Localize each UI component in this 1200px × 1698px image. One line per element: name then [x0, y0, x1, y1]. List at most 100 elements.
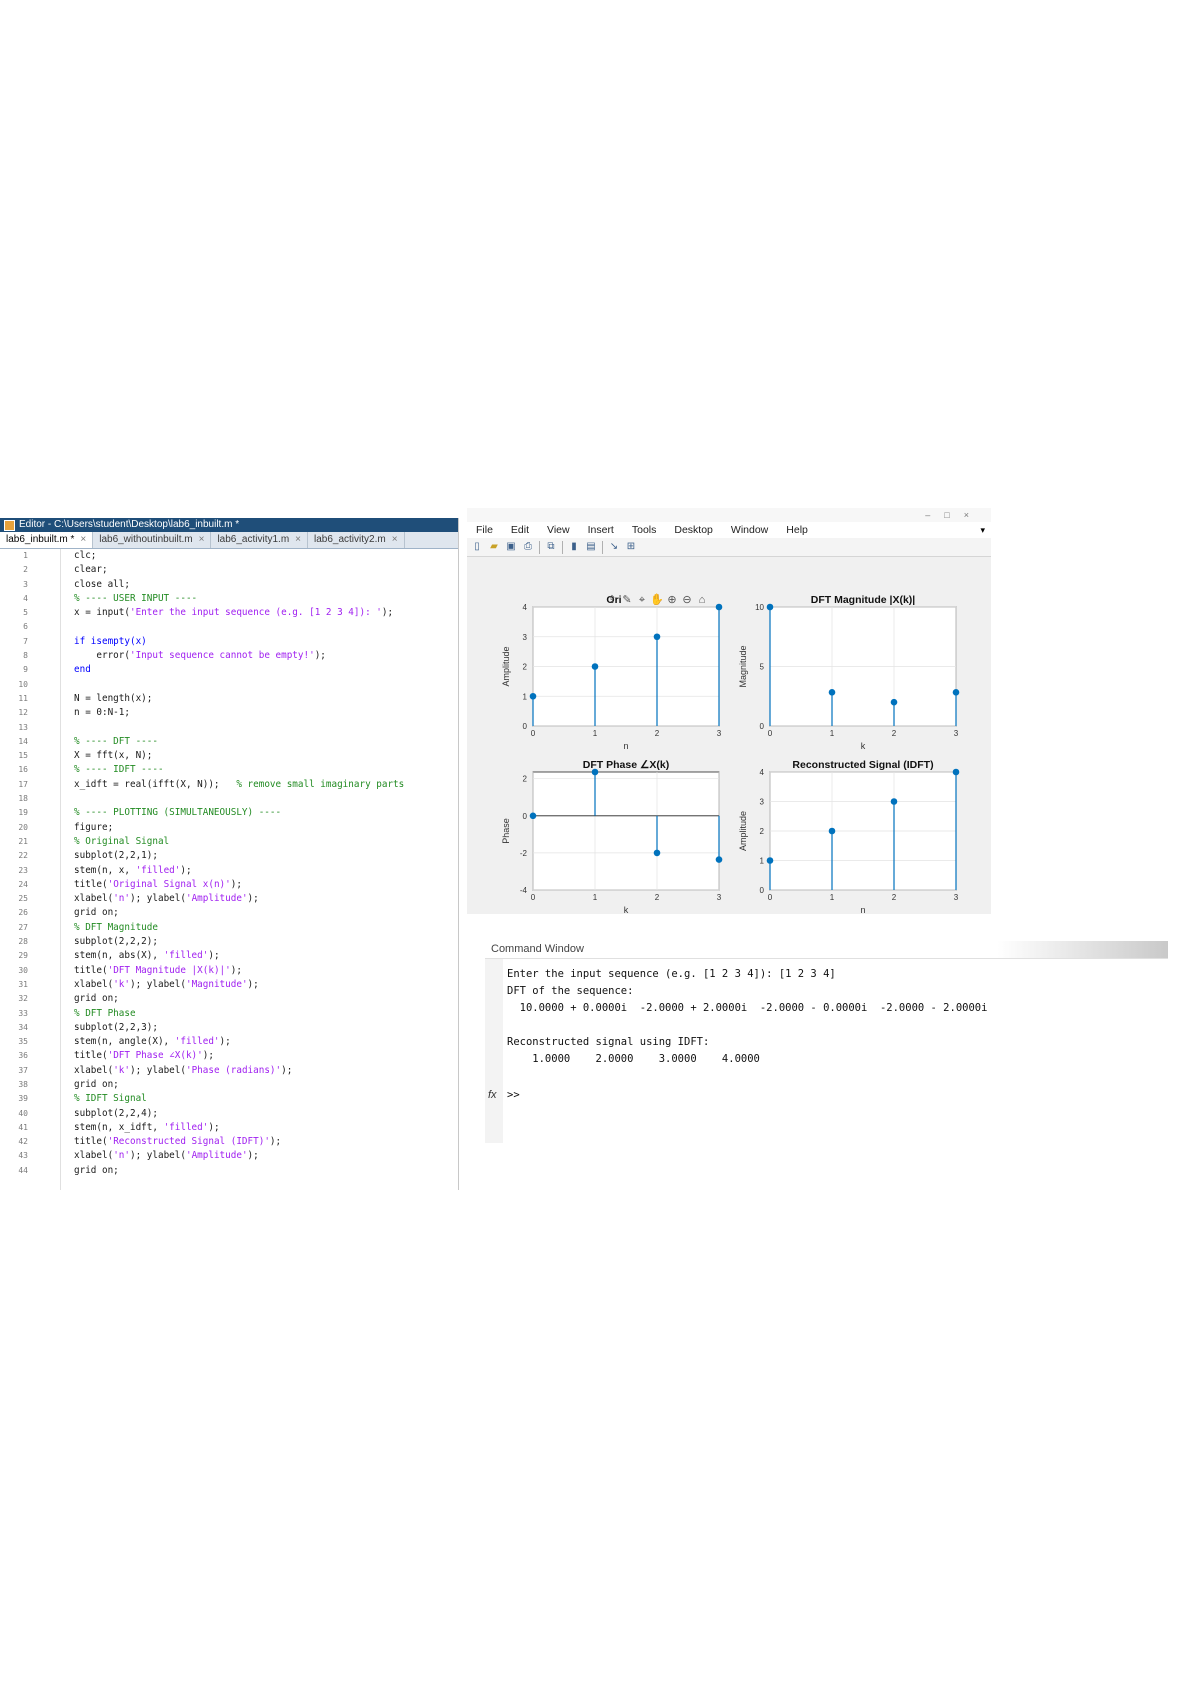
code-line[interactable]: 32 grid on; — [0, 992, 458, 1006]
menu-edit[interactable]: Edit — [502, 522, 538, 538]
fx-icon[interactable]: fx — [488, 1089, 497, 1101]
stem-marker[interactable] — [715, 856, 723, 863]
code-line[interactable]: 20 figure; — [0, 821, 458, 835]
tab-lab6-inbuilt[interactable]: lab6_inbuilt.m * × — [0, 532, 94, 548]
plot-tools-icon[interactable]: ⊞ — [625, 541, 637, 553]
print-icon[interactable]: ⎙ — [522, 541, 534, 553]
pan-icon[interactable]: ✋ — [650, 593, 664, 606]
new-figure-icon[interactable]: ▯ — [471, 541, 483, 553]
tab-lab6-activity1[interactable]: lab6_activity1.m × — [211, 532, 308, 548]
code-line[interactable]: 37 xlabel('k'); ylabel('Phase (radians)')… — [0, 1064, 458, 1078]
tab-lab6-activity2[interactable]: lab6_activity2.m × — [308, 532, 405, 548]
code-line[interactable]: 5 x = input('Enter the input sequence (e.… — [0, 606, 458, 620]
code-text: title('DFT Phase ∠X(k)'); — [74, 1050, 214, 1062]
code-line[interactable]: 3 close all; — [0, 578, 458, 592]
code-line[interactable]: 21 % Original Signal — [0, 835, 458, 849]
code-line[interactable]: 19 % ---- PLOTTING (SIMULTANEOUSLY) ---- — [0, 806, 458, 820]
code-line[interactable]: 34 subplot(2,2,3); — [0, 1021, 458, 1035]
insert-colorbar-icon[interactable]: ▮ — [568, 541, 580, 553]
tab-lab6-withoutinbuilt[interactable]: lab6_withoutinbuilt.m × — [93, 532, 212, 548]
code-line[interactable]: 22 subplot(2,2,1); — [0, 849, 458, 863]
code-line[interactable]: 17 x_idft = real(ifft(X, N)); % remove sm… — [0, 778, 458, 792]
code-text: X = fft(x, N); — [74, 750, 153, 762]
code-line[interactable]: 28 subplot(2,2,2); — [0, 935, 458, 949]
code-line[interactable]: 13 — [0, 721, 458, 735]
code-line[interactable]: 15 X = fft(x, N); — [0, 749, 458, 763]
menu-insert[interactable]: Insert — [579, 522, 623, 538]
menu-view[interactable]: View — [538, 522, 579, 538]
stem-marker[interactable] — [653, 633, 661, 641]
home-icon[interactable]: ⌂ — [699, 594, 706, 606]
datatip-icon[interactable]: ⌖ — [639, 594, 645, 606]
stem-marker[interactable] — [529, 812, 537, 820]
code-text: figure; — [74, 821, 114, 833]
stem-marker[interactable] — [890, 698, 898, 706]
code-line[interactable]: 41 stem(n, x_idft, 'filled'); — [0, 1121, 458, 1135]
stem-marker[interactable] — [591, 663, 599, 670]
window-controls[interactable]: –□× — [925, 508, 983, 522]
code-line[interactable]: 8 error('Input sequence cannot be empty!… — [0, 649, 458, 663]
open-icon[interactable]: ▰ — [488, 541, 500, 553]
code-line[interactable]: 44 grid on; — [0, 1164, 458, 1178]
code-line[interactable]: 40 subplot(2,2,4); — [0, 1107, 458, 1121]
menu-desktop[interactable]: Desktop — [665, 522, 722, 538]
save-icon[interactable]: ▣ — [505, 541, 517, 553]
export-icon[interactable]: ⇪ — [607, 594, 616, 606]
close-icon[interactable]: × — [295, 534, 301, 545]
code-line[interactable]: 31 xlabel('k'); ylabel('Magnitude'); — [0, 978, 458, 992]
stem-marker[interactable] — [828, 689, 836, 696]
code-line[interactable]: 36 title('DFT Phase ∠X(k)'); — [0, 1049, 458, 1063]
stem-marker[interactable] — [952, 768, 960, 776]
code-text: title('Original Signal x(n)'); — [74, 878, 242, 890]
insert-legend-icon[interactable]: ▤ — [585, 541, 597, 553]
code-line[interactable]: 18 — [0, 792, 458, 806]
menu-file[interactable]: File — [467, 522, 502, 538]
code-line[interactable]: 25 xlabel('n'); ylabel('Amplitude'); — [0, 892, 458, 906]
code-line[interactable]: 9 end — [0, 663, 458, 677]
brush-icon[interactable]: ✎ — [622, 594, 631, 606]
code-line[interactable]: 43 xlabel('n'); ylabel('Amplitude'); — [0, 1149, 458, 1163]
zoom-out-icon[interactable]: ⊖ — [682, 594, 691, 606]
stem-marker[interactable] — [828, 827, 836, 835]
code-line[interactable]: 14 % ---- DFT ---- — [0, 735, 458, 749]
close-icon[interactable]: × — [392, 534, 398, 545]
code-line[interactable]: 35 stem(n, angle(X), 'filled'); — [0, 1035, 458, 1049]
stem-marker[interactable] — [952, 689, 960, 696]
code-line[interactable]: 30 title('DFT Magnitude |X(k)|'); — [0, 964, 458, 978]
code-line[interactable]: 1 clc; — [0, 549, 458, 563]
stem-marker[interactable] — [715, 603, 723, 611]
code-line[interactable]: 24 title('Original Signal x(n)'); — [0, 878, 458, 892]
link-icon[interactable]: ⧉ — [545, 541, 557, 553]
code-line[interactable]: 16 % ---- IDFT ---- — [0, 763, 458, 777]
stem-marker[interactable] — [766, 857, 774, 864]
stem-marker[interactable] — [766, 603, 774, 611]
menu-dock-arrow-icon[interactable]: ▾ — [980, 522, 985, 538]
menu-tools[interactable]: Tools — [623, 522, 666, 538]
command-prompt[interactable]: >> — [507, 1089, 520, 1101]
code-line[interactable]: 33 % DFT Phase — [0, 1007, 458, 1021]
menu-help[interactable]: Help — [777, 522, 817, 538]
code-line[interactable]: 27 % DFT Magnitude — [0, 921, 458, 935]
close-icon[interactable]: × — [80, 534, 86, 545]
code-line[interactable]: 4 % ---- USER INPUT ---- — [0, 592, 458, 606]
code-line[interactable]: 29 stem(n, abs(X), 'filled'); — [0, 949, 458, 963]
code-line[interactable]: 42 title('Reconstructed Signal (IDFT)'); — [0, 1135, 458, 1149]
code-line[interactable]: 10 — [0, 678, 458, 692]
menu-window[interactable]: Window — [722, 522, 777, 538]
stem-marker[interactable] — [653, 849, 661, 857]
brush-icon[interactable]: ↘ — [608, 541, 620, 553]
code-line[interactable]: 6 — [0, 620, 458, 634]
code-line[interactable]: 26 grid on; — [0, 906, 458, 920]
close-icon[interactable]: × — [199, 534, 205, 545]
stem-marker[interactable] — [529, 692, 537, 700]
stem-marker[interactable] — [890, 798, 898, 805]
code-line[interactable]: 38 grid on; — [0, 1078, 458, 1092]
zoom-in-icon[interactable]: ⊕ — [667, 594, 676, 606]
code-line[interactable]: 23 stem(n, x, 'filled'); — [0, 864, 458, 878]
code-line[interactable]: 7 if isempty(x) — [0, 635, 458, 649]
code-line[interactable]: 11 N = length(x); — [0, 692, 458, 706]
code-area[interactable]: 1 clc; 2 clear; 3 close all; 4 % ---- USER INPU… — [0, 549, 458, 1190]
code-line[interactable]: 2 clear; — [0, 563, 458, 577]
code-line[interactable]: 39 % IDFT Signal — [0, 1092, 458, 1106]
code-line[interactable]: 12 n = 0:N-1; — [0, 706, 458, 720]
